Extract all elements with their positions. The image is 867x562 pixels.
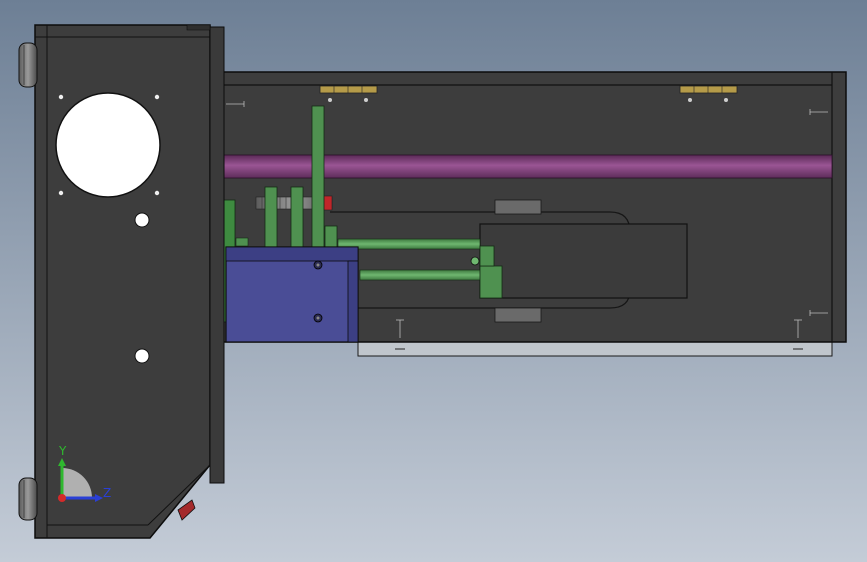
mount-hole-tl [58,94,64,100]
green-connector-top[interactable] [479,245,495,267]
cad-model-view[interactable]: Y Z [0,0,867,562]
connector-pin[interactable] [470,256,480,266]
slot-block-bottom[interactable] [494,307,542,323]
mount-hole-bl [58,190,64,196]
knob-top[interactable] [18,42,38,88]
slot-block-top[interactable] [494,199,542,215]
mount-hole-br [154,190,160,196]
green-post-a[interactable] [264,186,278,251]
green-connector[interactable] [479,265,503,299]
motor-opening[interactable] [55,92,161,198]
green-post-tall[interactable] [311,105,325,251]
green-rod-lower[interactable] [359,269,483,281]
panel-hole-lower[interactable] [134,348,150,364]
cad-graphics-viewport[interactable]: Y Z [0,0,867,562]
carriage-box[interactable] [479,223,688,299]
knob-bottom[interactable] [18,477,38,521]
green-side-tab[interactable] [235,237,249,247]
panel-hole-upper[interactable] [134,212,150,228]
triad-y-label: Y [58,444,67,458]
motor-block[interactable] [225,246,359,343]
green-rod-upper[interactable] [337,238,481,250]
triad-x-axis [58,494,66,502]
mount-hole-tr [154,94,160,100]
triad-z-label: Z [103,486,111,500]
green-post-c[interactable] [324,225,338,251]
green-post-b[interactable] [290,186,304,251]
